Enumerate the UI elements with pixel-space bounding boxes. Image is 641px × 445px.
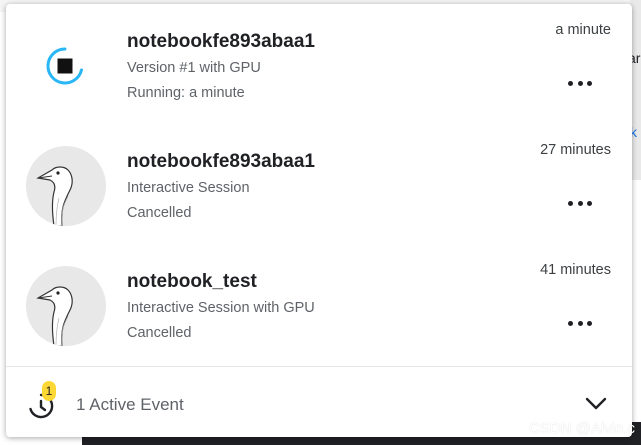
more-options-button[interactable]: [568, 195, 592, 211]
event-time: 27 minutes: [540, 142, 611, 158]
event-item[interactable]: notebookfe893abaa1 Interactive Session C…: [6, 124, 632, 244]
active-events-label[interactable]: 1 Active Event: [76, 395, 184, 415]
more-dots-icon: [568, 200, 573, 206]
more-options-button[interactable]: [568, 315, 592, 331]
more-options-button[interactable]: [568, 75, 592, 91]
event-time: 41 minutes: [540, 262, 611, 278]
event-title[interactable]: notebook_test: [127, 271, 257, 293]
goose-avatar-icon: [26, 146, 106, 226]
event-title[interactable]: notebookfe893abaa1: [127, 31, 315, 53]
active-events-panel: notebookfe893abaa1 Version #1 with GPU R…: [6, 4, 632, 437]
event-subtitle: Interactive Session with GPU: [127, 300, 315, 316]
avatar: [26, 266, 106, 346]
active-event-badge: 1: [42, 381, 56, 401]
running-spinner-icon: [45, 46, 85, 86]
event-subtitle: Interactive Session: [127, 180, 250, 196]
event-subtitle: Version #1 with GPU: [127, 60, 261, 76]
chevron-down-icon[interactable]: [584, 395, 608, 413]
more-dots-icon: [568, 320, 573, 326]
watermark: CSDN @Alvin.c: [528, 420, 635, 437]
event-item[interactable]: notebook_test Interactive Session with G…: [6, 244, 632, 364]
event-status: Cancelled: [127, 205, 192, 221]
event-item[interactable]: notebookfe893abaa1 Version #1 with GPU R…: [6, 4, 632, 124]
event-status: Running: a minute: [127, 85, 245, 101]
more-dots-icon: [568, 80, 573, 86]
event-time: a minute: [555, 22, 611, 38]
event-status: Cancelled: [127, 325, 192, 341]
goose-avatar-icon: [26, 266, 106, 346]
avatar: [26, 146, 106, 226]
event-title[interactable]: notebookfe893abaa1: [127, 151, 315, 173]
